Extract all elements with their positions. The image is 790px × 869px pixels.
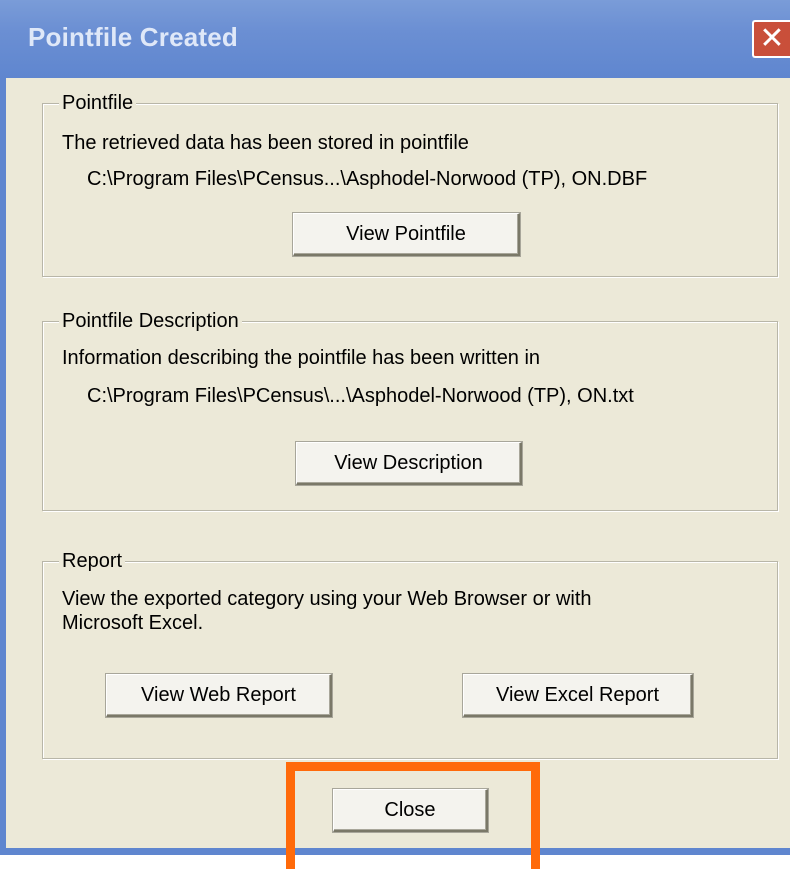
window-frame-bottom [0, 848, 790, 855]
screen-background [0, 855, 790, 869]
report-message-line1: View the exported category using your We… [62, 588, 592, 610]
view-pointfile-button[interactable]: View Pointfile [293, 213, 520, 256]
report-legend: Report [59, 548, 126, 574]
report-message-line2: Microsoft Excel. [62, 612, 204, 634]
pointfile-legend: Pointfile [59, 90, 137, 116]
description-path: C:\Program Files\PCensus\...\Asphodel-No… [87, 385, 634, 407]
description-message: Information describing the pointfile has… [62, 347, 541, 369]
pointfile-path: C:\Program Files\PCensus...\Asphodel-Nor… [87, 168, 648, 190]
close-icon[interactable]: ✕ [752, 20, 790, 58]
view-web-report-button[interactable]: View Web Report [106, 674, 332, 717]
pointfile-message: The retrieved data has been stored in po… [62, 132, 469, 154]
window-frame-left [0, 78, 6, 869]
title-bar[interactable]: Pointfile Created ✕ [0, 0, 790, 78]
close-button[interactable]: Close [333, 789, 488, 832]
view-excel-report-button[interactable]: View Excel Report [463, 674, 693, 717]
dialog-window: Pointfile Created ✕ Pointfile The retrie… [0, 0, 790, 869]
window-title: Pointfile Created [28, 22, 238, 52]
view-description-button[interactable]: View Description [296, 442, 522, 485]
description-legend: Pointfile Description [59, 308, 242, 334]
